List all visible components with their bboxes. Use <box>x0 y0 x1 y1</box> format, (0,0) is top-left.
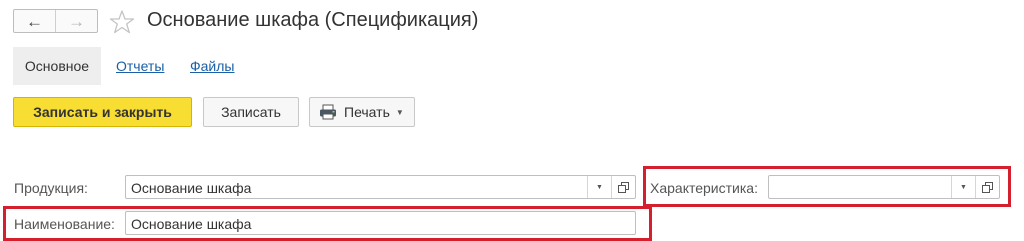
product-field[interactable]: Основание шкафа ▼ <box>125 175 636 199</box>
open-form-icon <box>982 181 993 193</box>
characteristic-field[interactable]: ▼ <box>768 175 1000 199</box>
arrow-left-icon: ← <box>26 11 43 31</box>
printer-icon <box>320 104 336 120</box>
save-button[interactable]: Записать <box>203 97 299 127</box>
tab-main-label: Основное <box>24 58 90 74</box>
characteristic-open-button[interactable] <box>975 176 999 198</box>
chevron-down-icon: ▼ <box>395 107 404 117</box>
save-and-close-label: Записать и закрыть <box>33 104 172 120</box>
back-button[interactable]: ← <box>14 10 56 32</box>
star-icon[interactable] <box>109 9 135 35</box>
name-field[interactable]: Основание шкафа <box>125 211 636 235</box>
name-label: Наименование: <box>14 216 115 232</box>
product-label: Продукция: <box>14 180 88 196</box>
nav-button-group: ← → <box>13 9 98 33</box>
save-label: Записать <box>221 104 281 120</box>
page-title: Основание шкафа (Спецификация) <box>147 9 479 31</box>
characteristic-dropdown-button[interactable]: ▼ <box>951 176 975 198</box>
tab-files[interactable]: Файлы <box>190 58 234 74</box>
chevron-down-icon: ▼ <box>596 183 603 191</box>
product-dropdown-button[interactable]: ▼ <box>587 176 611 198</box>
print-label: Печать <box>344 104 390 120</box>
tab-main[interactable]: Основное <box>13 47 101 85</box>
product-open-button[interactable] <box>611 176 635 198</box>
tab-reports[interactable]: Отчеты <box>116 58 164 74</box>
save-and-close-button[interactable]: Записать и закрыть <box>13 97 192 127</box>
print-button[interactable]: Печать ▼ <box>309 97 415 127</box>
characteristic-label: Характеристика: <box>650 180 758 196</box>
forward-button[interactable]: → <box>56 10 97 32</box>
name-value: Основание шкафа <box>131 216 252 232</box>
product-value: Основание шкафа <box>131 180 252 196</box>
arrow-right-icon: → <box>68 11 85 31</box>
open-form-icon <box>618 181 629 193</box>
chevron-down-icon: ▼ <box>960 183 967 191</box>
